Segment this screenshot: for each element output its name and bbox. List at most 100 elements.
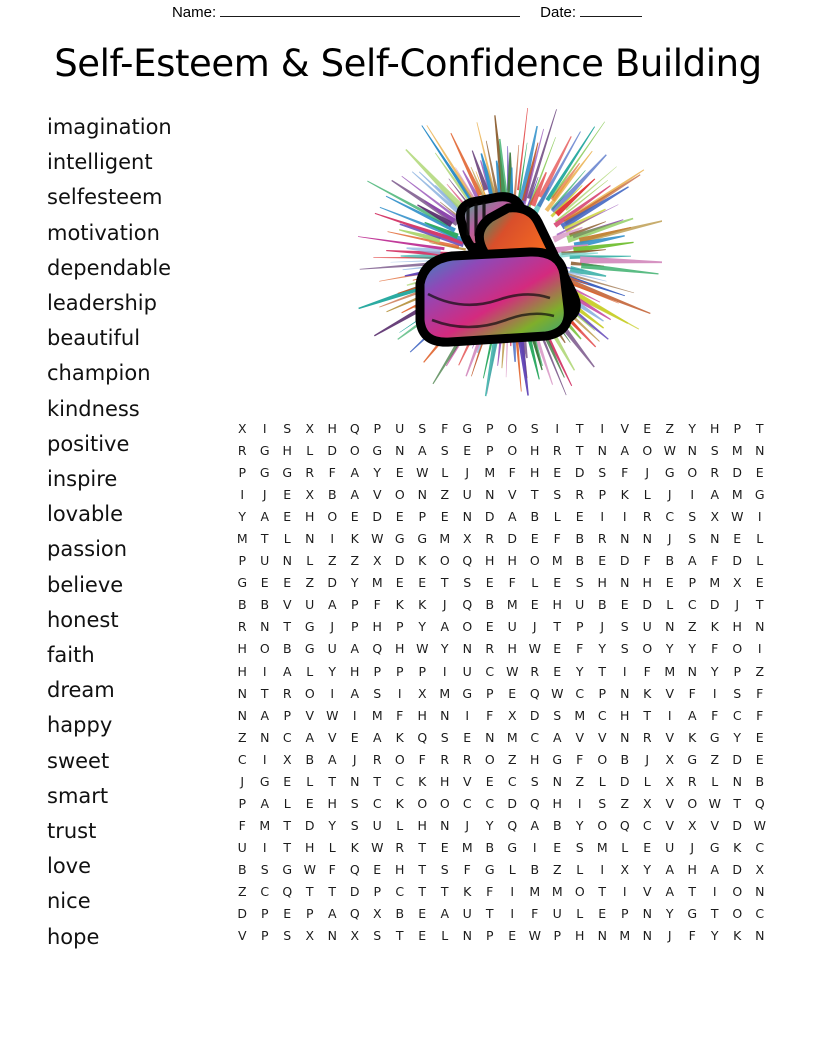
grid-cell[interactable]: P — [569, 616, 592, 638]
grid-cell[interactable]: W — [366, 837, 389, 859]
grid-cell[interactable]: D — [704, 594, 727, 616]
grid-cell[interactable]: M — [254, 815, 277, 837]
grid-cell[interactable]: G — [231, 572, 254, 594]
grid-cell[interactable]: G — [749, 484, 772, 506]
grid-cell[interactable]: K — [726, 925, 749, 947]
grid-cell[interactable]: H — [524, 749, 547, 771]
grid-cell[interactable]: F — [636, 550, 659, 572]
grid-cell[interactable]: F — [501, 572, 524, 594]
grid-cell[interactable]: O — [726, 638, 749, 660]
grid-cell[interactable]: N — [591, 925, 614, 947]
grid-cell[interactable]: E — [456, 727, 479, 749]
word-list-item[interactable]: champion — [47, 356, 232, 391]
grid-cell[interactable]: E — [726, 528, 749, 550]
grid-cell[interactable]: P — [546, 925, 569, 947]
grid-cell[interactable]: D — [726, 749, 749, 771]
grid-cell[interactable]: E — [659, 572, 682, 594]
grid-cell[interactable]: F — [749, 705, 772, 727]
grid-cell[interactable]: N — [636, 903, 659, 925]
grid-cell[interactable]: D — [726, 815, 749, 837]
grid-cell[interactable]: Q — [614, 815, 637, 837]
grid-cell[interactable]: B — [254, 594, 277, 616]
grid-cell[interactable]: L — [501, 859, 524, 881]
grid-cell[interactable]: E — [501, 683, 524, 705]
grid-cell[interactable]: A — [704, 484, 727, 506]
grid-cell[interactable]: G — [704, 837, 727, 859]
grid-cell[interactable]: F — [321, 859, 344, 881]
grid-cell[interactable]: B — [479, 837, 502, 859]
grid-cell[interactable]: D — [479, 506, 502, 528]
grid-cell[interactable]: J — [591, 616, 614, 638]
grid-cell[interactable]: K — [411, 550, 434, 572]
grid-cell[interactable]: B — [591, 594, 614, 616]
grid-cell[interactable]: N — [636, 528, 659, 550]
grid-cell[interactable]: U — [321, 638, 344, 660]
grid-cell[interactable]: G — [299, 616, 322, 638]
grid-cell[interactable]: P — [389, 661, 412, 683]
grid-cell[interactable]: H — [344, 661, 367, 683]
grid-cell[interactable]: E — [569, 506, 592, 528]
grid-cell[interactable]: U — [389, 418, 412, 440]
grid-cell[interactable]: L — [591, 771, 614, 793]
grid-cell[interactable]: P — [591, 683, 614, 705]
grid-cell[interactable]: T — [276, 837, 299, 859]
grid-cell[interactable]: V — [366, 484, 389, 506]
grid-cell[interactable]: S — [344, 793, 367, 815]
grid-cell[interactable]: P — [231, 550, 254, 572]
grid-cell[interactable]: I — [591, 418, 614, 440]
grid-cell[interactable]: L — [524, 572, 547, 594]
grid-cell[interactable]: X — [299, 418, 322, 440]
grid-cell[interactable]: I — [501, 903, 524, 925]
grid-cell[interactable]: P — [479, 418, 502, 440]
grid-cell[interactable]: H — [704, 418, 727, 440]
grid-cell[interactable]: A — [254, 705, 277, 727]
grid-cell[interactable]: I — [614, 506, 637, 528]
grid-cell[interactable]: N — [614, 572, 637, 594]
grid-cell[interactable]: O — [726, 903, 749, 925]
grid-cell[interactable]: D — [726, 550, 749, 572]
grid-cell[interactable]: L — [299, 661, 322, 683]
grid-cell[interactable]: P — [726, 418, 749, 440]
grid-cell[interactable]: K — [389, 793, 412, 815]
word-list-item[interactable]: nice — [47, 884, 232, 919]
word-list-item[interactable]: dependable — [47, 251, 232, 286]
grid-cell[interactable]: G — [366, 440, 389, 462]
grid-cell[interactable]: H — [569, 925, 592, 947]
grid-cell[interactable]: Y — [636, 859, 659, 881]
grid-cell[interactable]: G — [299, 638, 322, 660]
grid-cell[interactable]: N — [254, 727, 277, 749]
grid-cell[interactable]: L — [321, 837, 344, 859]
grid-cell[interactable]: I — [704, 881, 727, 903]
grid-cell[interactable]: T — [704, 903, 727, 925]
grid-cell[interactable]: E — [546, 638, 569, 660]
grid-cell[interactable]: P — [681, 572, 704, 594]
grid-cell[interactable]: X — [636, 793, 659, 815]
grid-cell[interactable]: X — [276, 749, 299, 771]
grid-cell[interactable]: I — [434, 661, 457, 683]
grid-cell[interactable]: V — [591, 727, 614, 749]
grid-cell[interactable]: U — [299, 594, 322, 616]
grid-cell[interactable]: B — [231, 859, 254, 881]
grid-cell[interactable]: W — [524, 638, 547, 660]
grid-cell[interactable]: O — [411, 793, 434, 815]
grid-cell[interactable]: G — [659, 462, 682, 484]
grid-cell[interactable]: C — [389, 881, 412, 903]
grid-cell[interactable]: E — [479, 572, 502, 594]
grid-cell[interactable]: S — [344, 815, 367, 837]
grid-cell[interactable]: I — [681, 484, 704, 506]
grid-cell[interactable]: K — [456, 881, 479, 903]
grid-cell[interactable]: T — [276, 815, 299, 837]
grid-cell[interactable]: J — [254, 484, 277, 506]
grid-cell[interactable]: F — [524, 903, 547, 925]
grid-cell[interactable]: K — [726, 837, 749, 859]
grid-cell[interactable]: B — [546, 815, 569, 837]
grid-cell[interactable]: W — [411, 638, 434, 660]
grid-cell[interactable]: I — [749, 506, 772, 528]
grid-cell[interactable]: S — [456, 572, 479, 594]
grid-cell[interactable]: E — [411, 572, 434, 594]
word-list-item[interactable]: positive — [47, 427, 232, 462]
grid-cell[interactable]: D — [524, 705, 547, 727]
grid-cell[interactable]: T — [569, 440, 592, 462]
grid-cell[interactable]: O — [636, 440, 659, 462]
grid-cell[interactable]: E — [614, 594, 637, 616]
